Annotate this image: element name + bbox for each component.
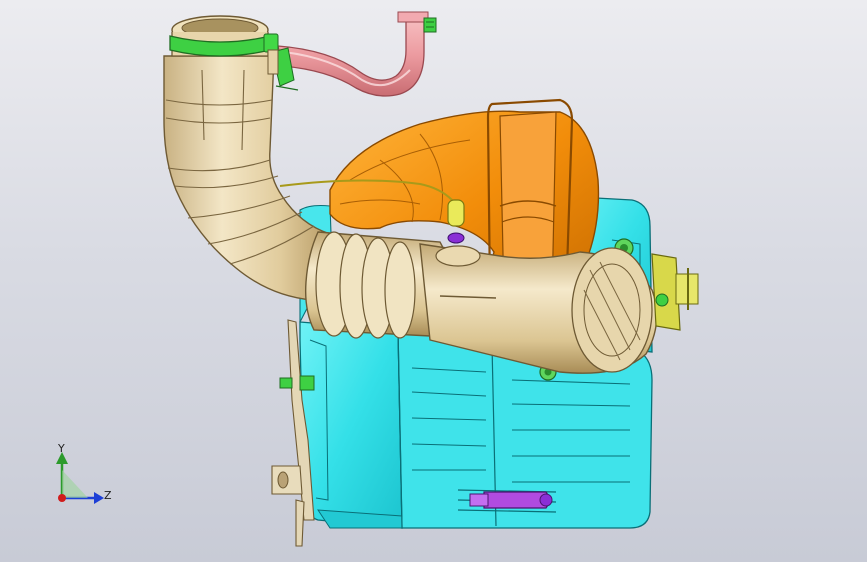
orientation-triad [56,452,104,504]
triad-origin [58,494,66,502]
pink-breather-pipe[interactable] [271,11,437,97]
z-axis-label: Z [104,489,112,502]
y-axis-label: Y [58,442,65,455]
cad-viewport[interactable]: Y Z [0,0,867,562]
assembly-model[interactable] [0,0,867,562]
